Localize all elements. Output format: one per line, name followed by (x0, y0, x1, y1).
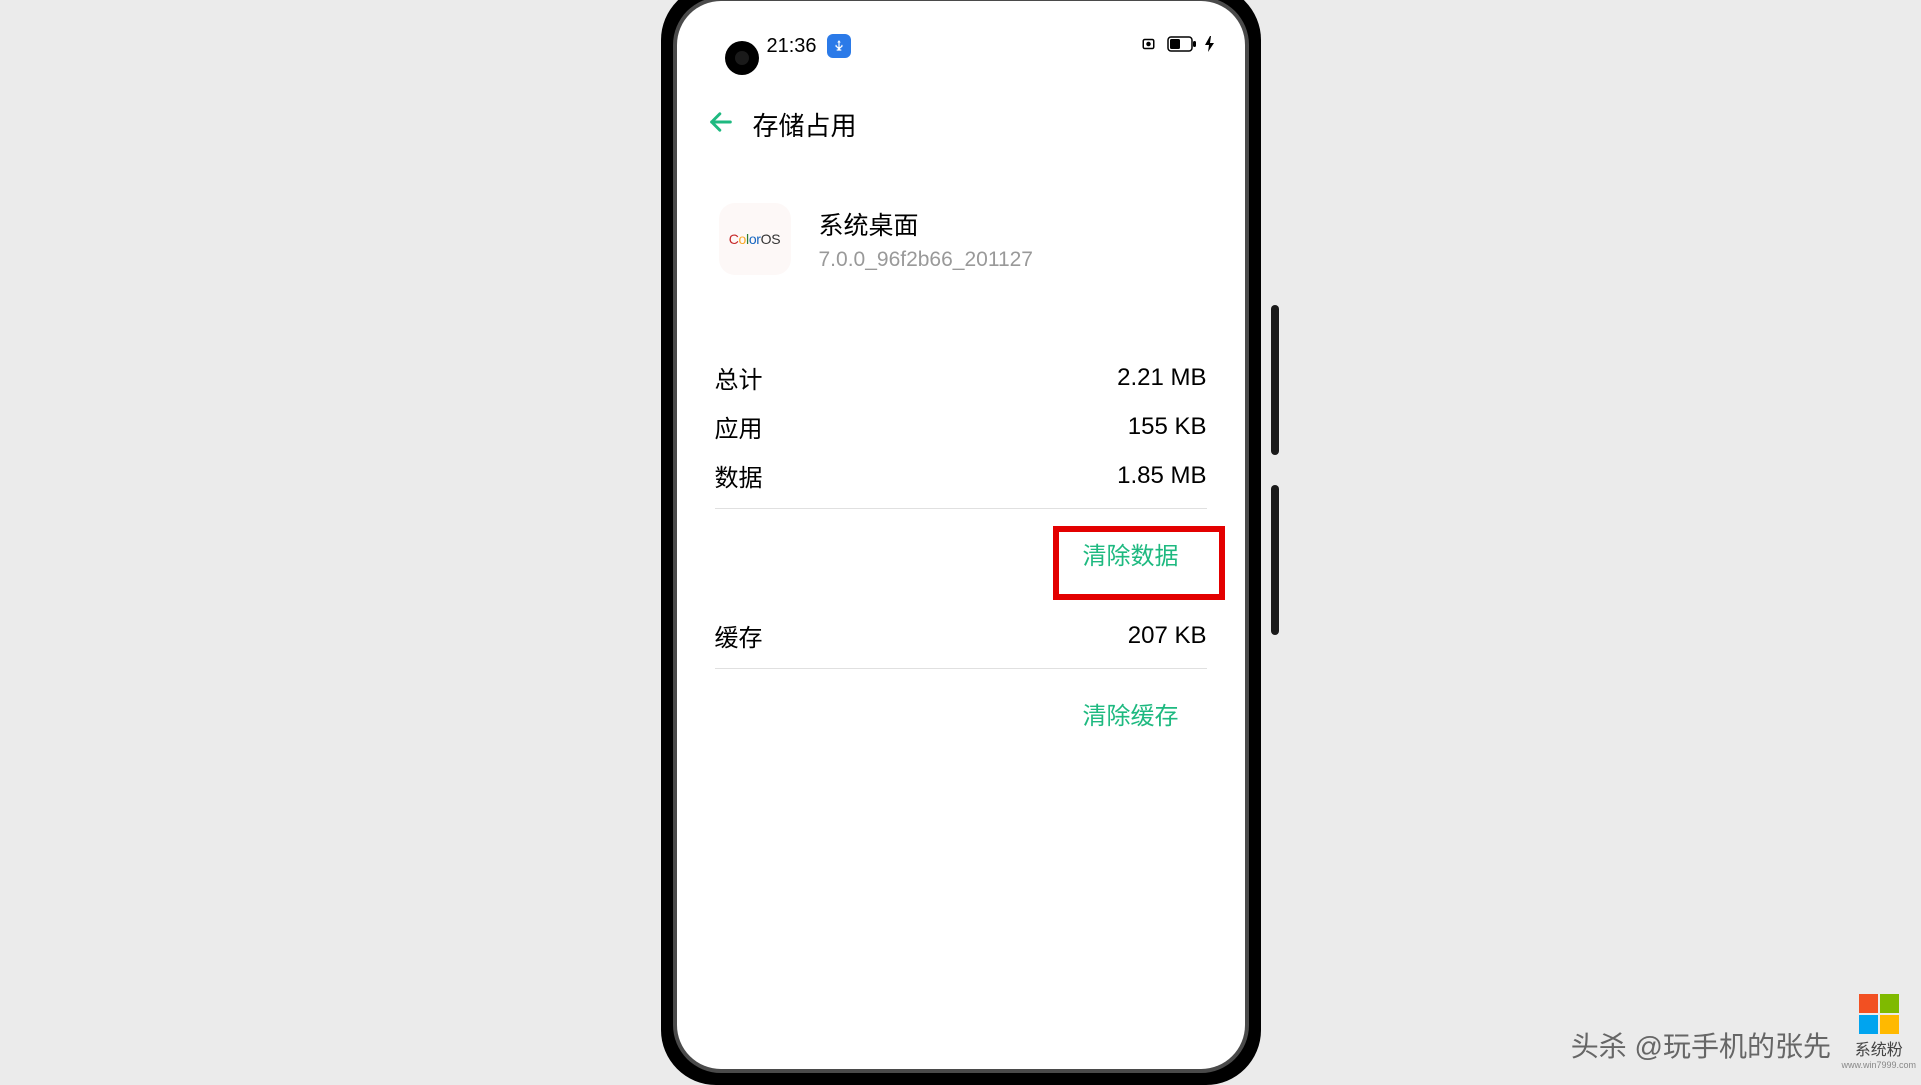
app-version: 7.0.0_96f2b66_201127 (819, 248, 1034, 272)
page-title: 存储占用 (753, 106, 857, 143)
phone-screen: 21:36 (677, 1, 1245, 1069)
cache-value: 207 KB (1128, 622, 1207, 650)
watermark-brand-name: 系统粉 (1855, 1036, 1903, 1060)
app-info-section: ColorOS 系统桌面 7.0.0_96f2b66_201127 (707, 203, 1215, 275)
clear-data-row: 清除数据 (715, 524, 1207, 583)
status-time: 21:36 (767, 35, 817, 58)
app-icon: ColorOS (719, 203, 791, 275)
storage-row-cache: 缓存 207 KB (715, 618, 1207, 653)
watermark-attribution: 头杀 @玩手机的张先 (1571, 1025, 1831, 1065)
phone-inner-frame: 21:36 (673, 0, 1249, 1073)
app-label: 应用 (715, 409, 763, 444)
charging-icon (1205, 36, 1215, 57)
phone-frame: 21:36 (661, 0, 1261, 1085)
app-value: 155 KB (1128, 413, 1207, 441)
storage-row-app: 应用 155 KB (715, 409, 1207, 444)
status-bar: 21:36 (707, 26, 1215, 66)
battery-icon (1167, 36, 1197, 57)
divider (715, 668, 1207, 669)
app-details: 系统桌面 7.0.0_96f2b66_201127 (819, 206, 1034, 272)
watermark-url: www.win7999.com (1841, 1060, 1916, 1070)
watermark-brand: 系统粉 www.win7999.com (1841, 994, 1916, 1070)
storage-row-total: 总计 2.21 MB (715, 360, 1207, 395)
cache-label: 缓存 (715, 618, 763, 653)
clear-data-button[interactable]: 清除数据 (1063, 524, 1199, 583)
microsoft-logo-icon (1859, 994, 1899, 1034)
back-arrow-icon[interactable] (707, 108, 735, 141)
clear-cache-button[interactable]: 清除缓存 (1063, 684, 1199, 743)
battery-saver-icon (1141, 35, 1159, 58)
storage-row-data: 数据 1.85 MB (715, 458, 1207, 493)
usb-connected-icon (827, 34, 851, 58)
storage-list: 总计 2.21 MB 应用 155 KB 数据 1.85 MB 清除数据 (707, 360, 1215, 743)
total-label: 总计 (715, 360, 763, 395)
app-name: 系统桌面 (819, 206, 1034, 242)
camera-hole (725, 41, 759, 75)
status-right (1141, 35, 1215, 58)
data-value: 1.85 MB (1117, 462, 1206, 490)
volume-up-button[interactable] (1271, 305, 1279, 455)
volume-down-button[interactable] (1271, 485, 1279, 635)
data-label: 数据 (715, 458, 763, 493)
page-header: 存储占用 (707, 106, 1215, 143)
status-left: 21:36 (767, 34, 851, 58)
divider (715, 508, 1207, 509)
total-value: 2.21 MB (1117, 364, 1206, 392)
clear-cache-row: 清除缓存 (715, 684, 1207, 743)
